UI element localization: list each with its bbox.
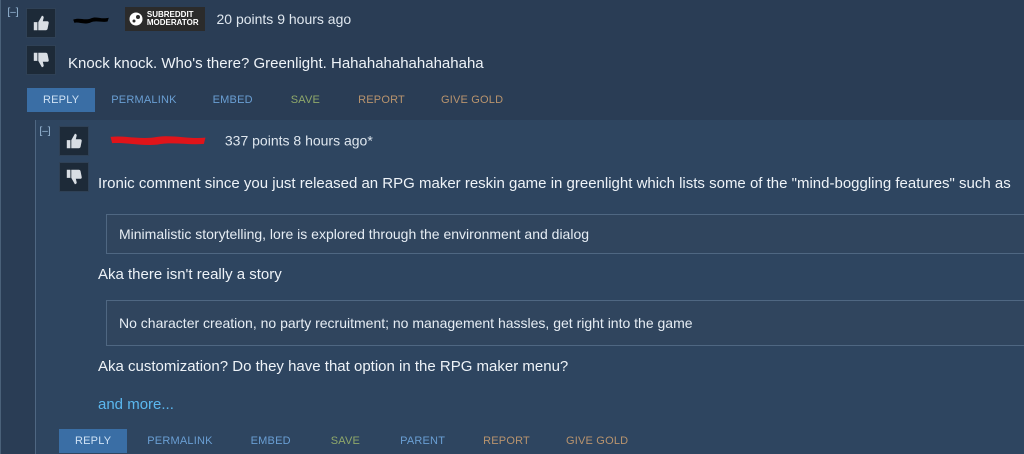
top-comment: [–] SUBREDDIT MODERATOR 20 points 9 hour… [0, 0, 1024, 454]
more-link[interactable]: and more... [98, 396, 174, 413]
embed-button[interactable]: EMBED [193, 88, 273, 112]
permalink-button[interactable]: PERMALINK [127, 429, 232, 453]
upvote-button[interactable] [59, 126, 89, 156]
comment-meta: 20 points 9 hours ago [216, 11, 352, 27]
badge-text-line2: MODERATOR [146, 18, 199, 27]
thumbs-down-icon [66, 169, 82, 185]
reply-comment: [–] 337 points 8 hours ago* Ironic comme… [35, 120, 1024, 454]
save-button[interactable]: SAVE [273, 88, 338, 112]
redacted-username [110, 136, 206, 146]
permalink-button[interactable]: PERMALINK [95, 88, 192, 112]
embed-button[interactable]: EMBED [233, 429, 309, 453]
collapse-toggle[interactable]: [–] [39, 126, 51, 138]
give-gold-button[interactable]: GIVE GOLD [550, 429, 644, 453]
redacted-username [73, 17, 109, 24]
thumbs-up-icon [33, 15, 49, 31]
reply-button[interactable]: REPLY [27, 88, 96, 112]
save-button[interactable]: SAVE [309, 429, 382, 453]
give-gold-button[interactable]: GIVE GOLD [425, 88, 519, 112]
upvote-button[interactable] [26, 8, 56, 38]
comment-text: Knock knock. Who's there? Greenlight. Ha… [68, 55, 484, 72]
comment-paragraph: Ironic comment since you just released a… [98, 175, 1011, 192]
downvote-button[interactable] [26, 45, 56, 75]
collapse-toggle[interactable]: [–] [7, 7, 19, 19]
quote-block: No character creation, no party recruitm… [106, 300, 1024, 346]
quote-text: No character creation, no party recruitm… [119, 315, 693, 331]
comment-paragraph: Aka there isn't really a story [98, 266, 282, 283]
comment-header: SUBREDDIT MODERATOR 20 points 9 hours ag… [63, 7, 351, 31]
comment-actions: REPLY PERMALINK EMBED SAVE REPORT GIVE G… [27, 88, 519, 112]
comment-meta: 337 points 8 hours ago* [224, 132, 373, 149]
downvote-button[interactable] [59, 162, 89, 192]
moderator-badge: SUBREDDIT MODERATOR [124, 7, 205, 31]
report-button[interactable]: REPORT [463, 429, 550, 453]
thumbs-up-icon [66, 133, 82, 149]
quote-block: Minimalistic storytelling, lore is explo… [106, 214, 1024, 254]
comment-paragraph: Aka customization? Do they have that opt… [98, 358, 569, 375]
comment-actions: REPLY PERMALINK EMBED SAVE PARENT REPORT… [59, 429, 644, 453]
parent-button[interactable]: PARENT [382, 429, 463, 453]
quote-text: Minimalistic storytelling, lore is explo… [119, 226, 590, 242]
report-button[interactable]: REPORT [338, 88, 425, 112]
comment-header: 337 points 8 hours ago* [97, 131, 373, 148]
steam-logo-icon [129, 12, 143, 26]
reply-button[interactable]: REPLY [59, 429, 128, 453]
thumbs-down-icon [33, 52, 49, 68]
